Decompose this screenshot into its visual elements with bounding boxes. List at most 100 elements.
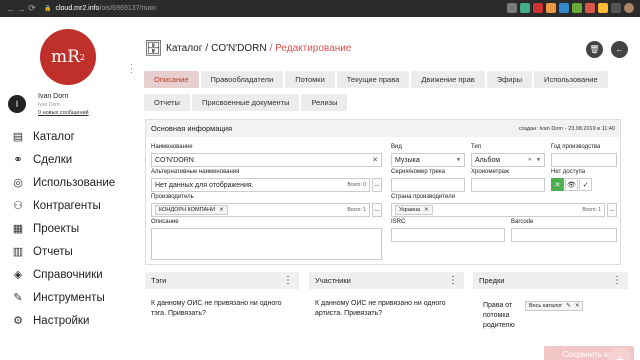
- tab-descendants[interactable]: Потомки: [285, 71, 335, 88]
- extension-icon[interactable]: [598, 3, 608, 13]
- profile-avatar[interactable]: [624, 3, 634, 13]
- series-label: Серия/номер трека: [391, 169, 445, 175]
- clear-icon[interactable]: ✕: [372, 156, 378, 164]
- rights-label: Права от потомка родителю: [483, 302, 515, 329]
- tab-reports[interactable]: Отчеты: [144, 94, 190, 111]
- tab-broadcasts[interactable]: Эфиры: [486, 71, 533, 88]
- duration-field[interactable]: [471, 178, 545, 192]
- user-subtitle: Ivan Dorn: [38, 102, 60, 108]
- extension-icon[interactable]: [533, 3, 543, 13]
- country-more-button[interactable]: ...: [607, 203, 617, 217]
- remove-chip-icon[interactable]: ✕: [424, 207, 429, 213]
- breadcrumb-item[interactable]: CO'N'DORN: [211, 43, 266, 54]
- sidebar-item-label: Инструменты: [33, 291, 105, 304]
- year-field[interactable]: [551, 153, 617, 167]
- remove-chip-icon[interactable]: ✕: [575, 303, 580, 309]
- kebab-menu-icon[interactable]: ⋮: [612, 275, 622, 286]
- sidebar-item-catalog[interactable]: ▤ Каталог: [10, 125, 115, 148]
- sidebar-resize-handle[interactable]: · · ·: [130, 60, 133, 77]
- sidebar: mR 2 I Ivan Dorn Ivan Dorn 0 новых сообще…: [0, 17, 140, 360]
- address-bar[interactable]: 🔒 cloud.mr2.info/ois/6969137/main: [44, 5, 157, 12]
- extension-icon[interactable]: [507, 3, 517, 13]
- members-title: Участники: [315, 276, 351, 285]
- sidebar-item-label: Каталог: [33, 130, 75, 143]
- country-field[interactable]: Украина ✕ Всего: 1: [391, 203, 605, 217]
- sidebar-item-settings[interactable]: ⚙ Настройки: [10, 309, 115, 332]
- breadcrumb-edit: / Редактирование: [269, 42, 352, 54]
- forward-arrow-icon[interactable]: →: [16, 4, 26, 14]
- producer-label: Производитель: [151, 194, 194, 200]
- user-name: Ivan Dorn: [38, 93, 69, 100]
- tab-current-rights[interactable]: Текущие права: [336, 71, 410, 88]
- kebab-menu-icon[interactable]: ⋮: [283, 275, 293, 286]
- gear-icon: ⚙: [13, 315, 23, 327]
- extension-icon[interactable]: [585, 3, 595, 13]
- producer-field[interactable]: КОНДОРН КОМПАНИ ✕ Всего: 1: [151, 203, 370, 217]
- tab-description[interactable]: Описание: [144, 71, 199, 88]
- breadcrumb-catalog[interactable]: Каталог: [166, 43, 202, 54]
- logo-text: mR: [50, 47, 80, 67]
- tags-empty-text[interactable]: К данному ОИС не привязано ни одного тэг…: [145, 289, 299, 329]
- name-field[interactable]: CO'N'DORN ✕: [151, 153, 382, 167]
- description-label: Описание: [151, 219, 179, 225]
- back-arrow-icon[interactable]: ←: [6, 4, 16, 14]
- tab-rights-movement[interactable]: Движение прав: [411, 71, 485, 88]
- kind-value: Музыка: [395, 156, 420, 164]
- extension-icon[interactable]: [546, 3, 556, 13]
- extension-icon[interactable]: [559, 3, 569, 13]
- type-select[interactable]: Альбом ✕ ▼: [471, 153, 545, 167]
- tags-title: Тэги: [151, 276, 167, 285]
- panel-header: Участники ⋮: [309, 272, 464, 289]
- extension-icon[interactable]: [520, 3, 530, 13]
- series-field[interactable]: [391, 178, 465, 192]
- checkmark-icon[interactable]: ✓: [579, 178, 592, 191]
- main-info-panel: Основная информация создан: Ivan Dorn - …: [145, 119, 621, 265]
- sidebar-item-label: Сделки: [33, 153, 73, 166]
- sidebar-item-deals[interactable]: ⚭ Сделки: [10, 148, 115, 171]
- delete-button[interactable]: 🗑: [586, 41, 603, 58]
- caret-down-icon: ▼: [456, 157, 461, 163]
- country-total: Всего: 1: [582, 207, 601, 213]
- tab-rightholders[interactable]: Правообладатели: [200, 71, 284, 88]
- remove-chip-icon[interactable]: ✕: [219, 207, 224, 213]
- caret-down-icon: ▼: [536, 157, 541, 163]
- isrc-field[interactable]: [391, 228, 505, 242]
- sidebar-item-projects[interactable]: ▦ Проекты: [10, 217, 115, 240]
- messages-link[interactable]: 0 новых сообщений: [38, 110, 89, 116]
- reload-icon[interactable]: ⟳: [26, 3, 38, 14]
- avatar[interactable]: I: [8, 95, 26, 113]
- mr2-logo[interactable]: mR 2: [40, 29, 96, 85]
- eye-icon[interactable]: 👁: [565, 178, 578, 191]
- country-label: Страна производителя: [391, 194, 455, 200]
- name-label: Наименование: [151, 144, 193, 150]
- edit-icon[interactable]: ✎: [566, 303, 571, 309]
- alt-names-field[interactable]: Нет данных для отображения. Всего: 0: [151, 178, 370, 192]
- kind-select[interactable]: Музыка ▼: [391, 153, 465, 167]
- back-button[interactable]: ←: [611, 41, 628, 58]
- no-access-off-toggle[interactable]: ✕: [551, 178, 564, 191]
- tab-releases[interactable]: Релизы: [301, 94, 348, 111]
- sidebar-item-contractors[interactable]: ⚇ Контрагенты: [10, 194, 115, 217]
- panel-header: Предки ⋮: [473, 272, 628, 289]
- sidebar-item-tools[interactable]: ✎ Инструменты: [10, 286, 115, 309]
- ancestors-title: Предки: [479, 276, 505, 285]
- layers-icon: ◈: [13, 269, 23, 281]
- barcode-field[interactable]: [511, 228, 617, 242]
- extension-icon[interactable]: [572, 3, 582, 13]
- breadcrumb-separator: /: [205, 42, 209, 54]
- description-field[interactable]: [151, 228, 382, 260]
- sidebar-item-reports[interactable]: ▥ Отчеты: [10, 240, 115, 263]
- alt-names-value: Нет данных для отображения.: [155, 181, 254, 189]
- members-empty-text[interactable]: К данному ОИС не привязано ни одного арт…: [309, 289, 464, 329]
- tab-assigned-documents[interactable]: Присвоенные документы: [191, 94, 300, 111]
- kebab-menu-icon[interactable]: ⋮: [448, 275, 458, 286]
- sidebar-item-references[interactable]: ◈ Справочники: [10, 263, 115, 286]
- alt-names-more-button[interactable]: ...: [372, 178, 382, 192]
- sidebar-item-usage[interactable]: ◎ Использование: [10, 171, 115, 194]
- extension-icon[interactable]: [611, 3, 621, 13]
- tab-usage[interactable]: Использование: [534, 71, 608, 88]
- country-chip-label: Украина: [399, 207, 420, 213]
- clear-icon[interactable]: ✕: [528, 157, 532, 163]
- producer-more-button[interactable]: ...: [372, 203, 382, 217]
- kind-label: Вид: [391, 144, 402, 150]
